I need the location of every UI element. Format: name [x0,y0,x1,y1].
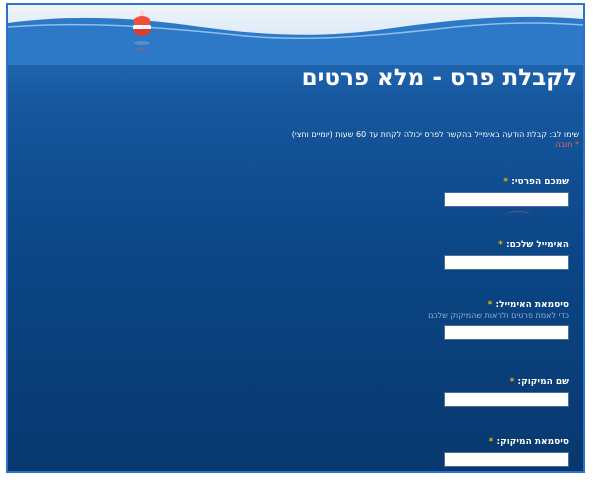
buoy-icon [133,11,151,51]
required-notice: * חובה [555,140,579,149]
game-password-label: סיסמאת המיקוק: * [488,437,569,447]
email-password-input[interactable] [444,325,569,340]
game-name-label: שם המיקוק: * [509,377,569,387]
email-field: האימייל שלכם: * [309,240,569,270]
game-password-field: סיסמאת המיקוק: * [309,437,569,467]
notice-line: שימו לב: קבלת הודעה באימייל בהקשר לפרס י… [291,130,579,139]
email-password-label: סיסמאת האימייל: * [487,300,569,310]
first-name-label: שמכם הפרטי: * [503,177,569,187]
notice-text: שימו לב: קבלת הודעה באימייל בהקשר לפרס י… [199,130,579,150]
game-name-field: שם המיקוק: * [309,377,569,407]
wave-decoration [8,16,583,65]
game-password-input[interactable] [444,452,569,467]
email-input[interactable] [444,255,569,270]
email-password-hint: כדי לאמת פרטים ולראות שהמיקוק שלכם [428,311,569,320]
buoy-reflection [504,211,532,220]
first-name-input[interactable] [444,192,569,207]
page-title: לקבלת פרס - מלא פרטים [301,65,577,91]
email-password-field: סיסמאת האימייל: * כדי לאמת פרטים ולראות … [309,300,569,340]
page-frame: לקבלת פרס - מלא פרטים שימו לב: קבלת הודע… [6,3,585,473]
email-label: האימייל שלכם: * [498,240,569,250]
game-name-input[interactable] [444,392,569,407]
first-name-field: שמכם הפרטי: * [309,177,569,207]
